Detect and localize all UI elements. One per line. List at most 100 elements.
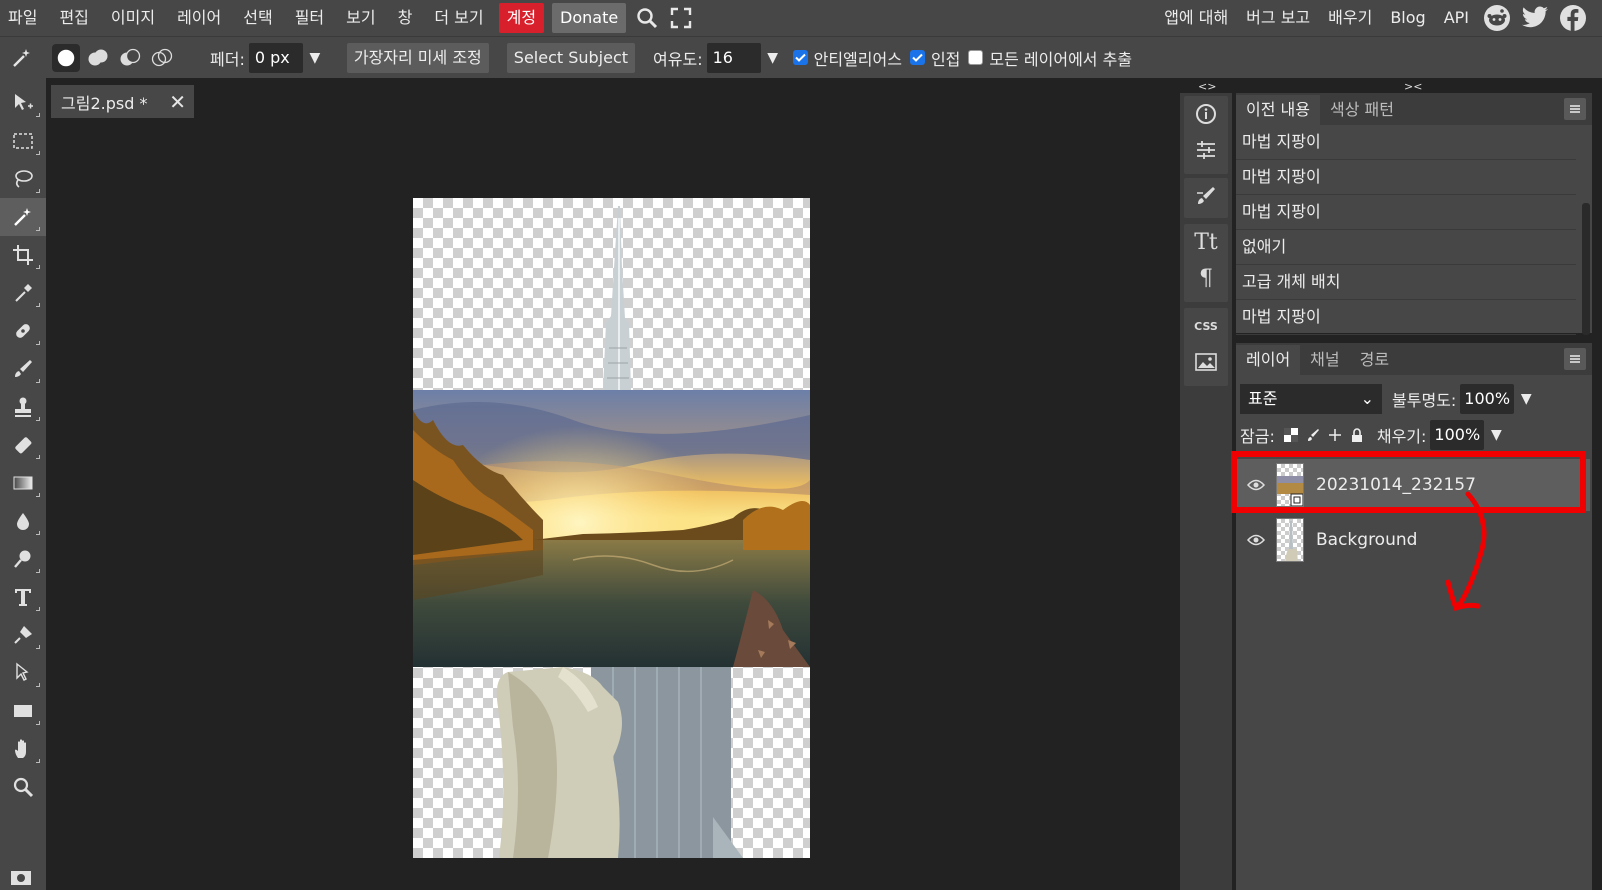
paint-bucket-tool[interactable] [0,502,46,540]
twitter-icon[interactable] [1516,0,1554,36]
layer-row[interactable]: Background [1236,514,1590,566]
feather-dropdown-icon[interactable]: ▼ [303,50,327,66]
paragraph-icon[interactable]: ¶ [1184,260,1228,296]
sunset-river-photo [413,390,810,667]
menu-more[interactable]: 더 보기 [423,0,494,36]
selection-subtract-icon[interactable] [116,44,144,72]
type-tool[interactable] [0,578,46,616]
history-item[interactable]: 마법 지팡이 [1236,300,1576,335]
sample-all-layers-checkbox[interactable] [968,50,984,65]
gradient-tool[interactable] [0,464,46,502]
visibility-eye-icon[interactable] [1236,534,1276,546]
tab-channels[interactable]: 채널 [1300,345,1349,375]
move-tool[interactable] [0,84,46,122]
refine-edge-button[interactable]: 가장자리 미세 조정 [346,42,489,73]
brush-tool[interactable] [0,350,46,388]
select-subject-button[interactable]: Select Subject [506,42,636,73]
lock-position-icon[interactable] [1325,425,1345,445]
feather-label: 페더: [210,49,245,69]
tool-options-bar: 페더: 0 px ▼ 가장자리 미세 조정 Select Subject 여유도… [0,36,1602,78]
eraser-tool[interactable] [0,426,46,464]
opacity-dropdown-icon[interactable]: ▼ [1514,391,1538,407]
menu-report-bug[interactable]: 버그 보고 [1237,0,1319,36]
quick-mask-icon[interactable] [10,870,32,890]
close-icon[interactable]: ✕ [169,90,186,114]
path-select-tool[interactable] [0,654,46,692]
contiguous-checkbox[interactable] [909,50,925,65]
menu-about[interactable]: 앱에 대해 [1155,0,1237,36]
blend-mode-value: 표준 [1248,389,1278,408]
lasso-tool[interactable] [0,160,46,198]
fullscreen-icon[interactable] [664,0,698,36]
donate-button[interactable]: Donate [552,3,627,33]
document-canvas[interactable] [413,198,810,858]
menu-api[interactable]: API [1435,0,1478,36]
menu-file[interactable]: 파일 [0,0,48,36]
character-icon[interactable]: Tt [1184,224,1228,260]
antialias-label: 안티엘리어스 [813,49,902,69]
feather-input[interactable]: 0 px [248,42,303,73]
panel-group-3: Tt ¶ [1184,224,1228,302]
selection-intersect-icon[interactable] [148,44,176,72]
fill-dropdown-icon[interactable]: ▼ [1484,427,1508,443]
menu-blog[interactable]: Blog [1381,0,1434,36]
tab-layers[interactable]: 레이어 [1236,345,1301,375]
search-icon[interactable] [630,0,664,36]
menu-window[interactable]: 창 [387,0,424,36]
zoom-tool[interactable] [0,768,46,806]
crop-tool[interactable] [0,236,46,274]
selection-add-icon[interactable] [84,44,112,72]
history-scrollbar[interactable] [1582,203,1590,335]
hand-tool[interactable] [0,730,46,768]
magic-wand-tool[interactable] [0,198,46,236]
adjustments-icon[interactable] [1184,132,1228,168]
marquee-tool[interactable] [0,122,46,160]
facebook-icon[interactable] [1554,0,1592,36]
menu-layer[interactable]: 레이어 [166,0,232,36]
tab-swatches[interactable]: 색상 패턴 [1320,95,1404,125]
eyedropper-tool[interactable] [0,274,46,312]
history-item[interactable]: 마법 지팡이 [1236,160,1576,195]
lock-transparency-icon[interactable] [1281,425,1301,445]
history-item[interactable]: 없애기 [1236,230,1576,265]
blend-mode-select[interactable]: 표준 ⌄ [1240,384,1382,414]
document-tab[interactable]: 그림2.psd * ✕ [51,85,194,118]
menu-select[interactable]: 선택 [232,0,283,36]
menu-filter[interactable]: 필터 [284,0,335,36]
antialias-checkbox[interactable] [792,50,808,65]
menu-learn[interactable]: 배우기 [1319,0,1381,36]
selection-new-icon[interactable] [52,43,80,72]
opacity-input[interactable]: 100% [1460,384,1515,414]
reddit-icon[interactable] [1478,0,1516,36]
healing-brush-tool[interactable] [0,312,46,350]
lock-all-icon[interactable] [1347,425,1367,445]
css-icon[interactable]: CSS [1184,308,1228,344]
menu-view[interactable]: 보기 [335,0,386,36]
dodge-tool[interactable] [0,540,46,578]
pen-tool[interactable] [0,616,46,654]
menu-edit[interactable]: 편집 [48,0,99,36]
hamburger-menu-icon[interactable] [1564,348,1586,370]
history-item[interactable]: 마법 지팡이 [1236,195,1576,230]
chevron-down-icon: ⌄ [1360,389,1374,408]
shape-tool[interactable] [0,692,46,730]
history-item[interactable]: 마법 지팡이 [1236,125,1576,160]
brush-settings-icon[interactable] [1184,178,1228,214]
lock-paint-icon[interactable] [1303,425,1323,445]
info-icon[interactable] [1184,96,1228,132]
clone-stamp-tool[interactable] [0,388,46,426]
hamburger-menu-icon[interactable] [1564,98,1586,120]
tab-history[interactable]: 이전 내용 [1236,95,1320,125]
history-item[interactable]: 고급 개체 배치 [1236,265,1576,300]
fill-input[interactable]: 100% [1430,420,1485,450]
image-icon[interactable] [1184,344,1228,380]
contiguous-label: 인접 [930,49,961,69]
account-button[interactable]: 계정 [498,3,545,33]
menu-image[interactable]: 이미지 [100,0,166,36]
tolerance-dropdown-icon[interactable]: ▼ [761,50,785,66]
collapse-right-icon[interactable]: >< [1404,80,1422,93]
tolerance-input[interactable]: 16 [706,42,761,73]
document-tab-title: 그림2.psd * [61,93,148,113]
collapse-left-icon[interactable]: <> [1198,80,1216,93]
tab-paths[interactable]: 경로 [1350,345,1399,375]
